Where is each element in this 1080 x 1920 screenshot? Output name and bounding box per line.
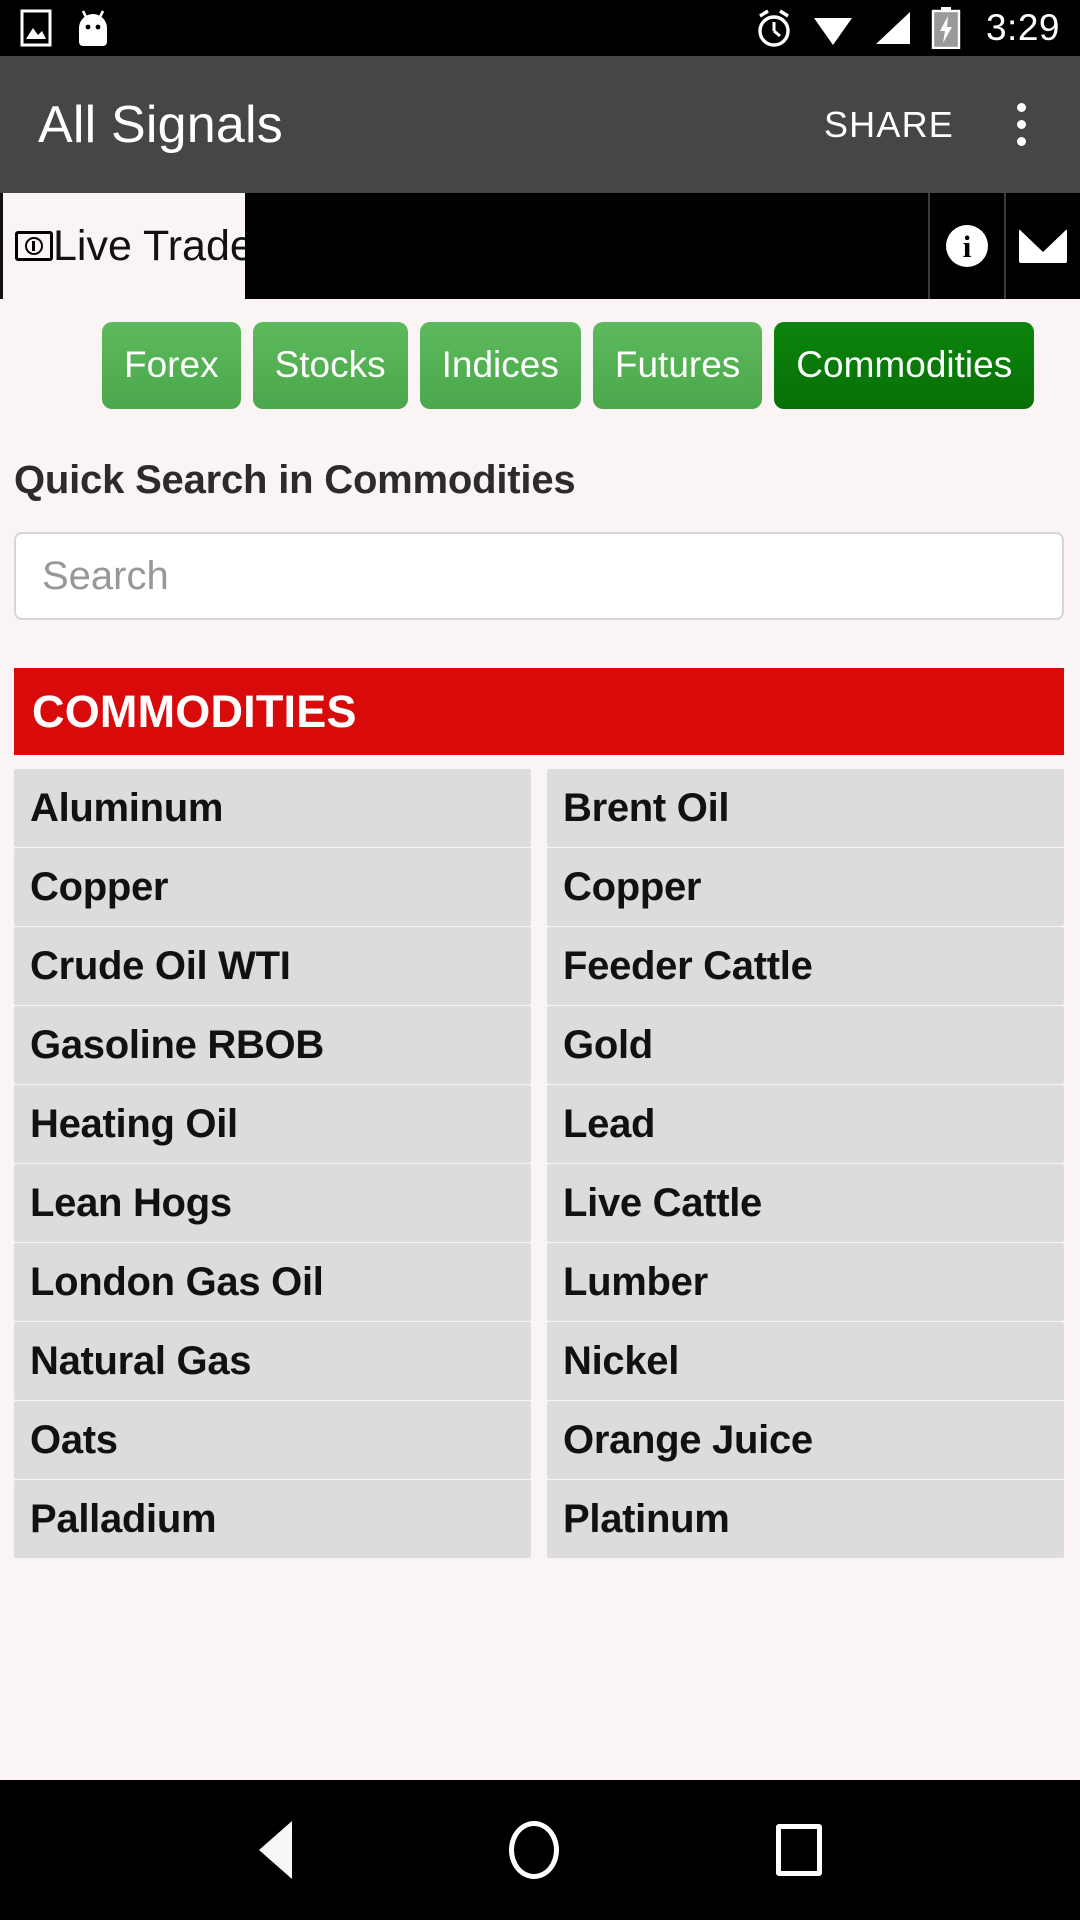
section-header-commodities: COMMODITIES <box>14 668 1064 755</box>
tab-strip: Live Trades i <box>0 193 1080 299</box>
list-item[interactable]: Feeder Cattle <box>547 927 1064 1005</box>
status-bar-clock: 3:29 <box>985 7 1060 48</box>
page-content: Forex Stocks Indices Futures Commodities… <box>0 299 1080 1780</box>
list-item-label: Gold <box>563 1022 653 1067</box>
list-item[interactable]: Palladium <box>14 1480 531 1558</box>
list-item[interactable]: Lumber <box>547 1243 1064 1321</box>
search-field-wrapper <box>0 503 1080 620</box>
list-item[interactable]: Lean Hogs <box>14 1164 531 1242</box>
signal-icon <box>875 12 910 44</box>
mail-button[interactable] <box>1004 193 1080 299</box>
list-item-label: Crude Oil WTI <box>30 943 291 988</box>
commodities-grid: Aluminum Brent Oil Copper Copper Crude O… <box>14 755 1064 1558</box>
list-item[interactable]: Nickel <box>547 1322 1064 1400</box>
category-filter-bar: Forex Stocks Indices Futures Commodities <box>0 299 1080 409</box>
list-item-label: Palladium <box>30 1496 217 1541</box>
list-item[interactable]: Orange Juice <box>547 1401 1064 1479</box>
android-screen: 3:29 All Signals SHARE Live Trades i For… <box>0 0 1080 1920</box>
status-bar-system-icons: 3:29 <box>754 7 1060 49</box>
list-item[interactable]: Natural Gas <box>14 1322 531 1400</box>
tab-strip-spacer <box>245 193 928 299</box>
android-nav-bar <box>0 1780 1080 1920</box>
money-note-icon <box>15 231 53 261</box>
list-item-label: Gasoline RBOB <box>30 1022 324 1067</box>
category-chip-indices[interactable]: Indices <box>419 322 581 409</box>
list-item[interactable]: Live Cattle <box>547 1164 1064 1242</box>
list-item-label: Oats <box>30 1417 118 1462</box>
tab-live-trades[interactable]: Live Trades <box>0 193 275 299</box>
list-item-label: Lean Hogs <box>30 1180 232 1225</box>
list-item[interactable]: Lead <box>547 1085 1064 1163</box>
list-item-label: Lumber <box>563 1259 708 1304</box>
list-item-label: Copper <box>563 864 702 909</box>
search-input[interactable] <box>14 532 1064 620</box>
info-icon: i <box>946 225 988 267</box>
list-item[interactable]: Brent Oil <box>547 769 1064 847</box>
app-bar-actions: SHARE <box>818 92 1046 158</box>
list-item-label: Live Cattle <box>563 1180 762 1225</box>
list-item[interactable]: Aluminum <box>14 769 531 847</box>
list-item-label: Natural Gas <box>30 1338 252 1383</box>
home-nav-icon[interactable] <box>508 1821 559 1879</box>
list-item-label: Feeder Cattle <box>563 943 813 988</box>
back-nav-icon[interactable] <box>258 1821 292 1879</box>
list-item-label: Platinum <box>563 1496 730 1541</box>
category-chip-futures[interactable]: Futures <box>592 322 763 409</box>
list-item-label: Brent Oil <box>563 785 730 830</box>
list-item-label: Copper <box>30 864 169 909</box>
list-item[interactable]: London Gas Oil <box>14 1243 531 1321</box>
category-chip-commodities[interactable]: Commodities <box>774 322 1035 409</box>
alarm-icon <box>758 9 790 47</box>
page-title: All Signals <box>38 95 283 154</box>
recents-nav-icon[interactable] <box>775 1824 822 1876</box>
list-item-label: Heating Oil <box>30 1101 238 1146</box>
category-chip-forex[interactable]: Forex <box>102 322 241 409</box>
status-bar-notifications <box>20 8 112 48</box>
list-item-label: Aluminum <box>30 785 224 830</box>
status-bar: 3:29 <box>0 0 1080 56</box>
list-item[interactable]: Copper <box>14 848 531 926</box>
info-button[interactable]: i <box>928 193 1004 299</box>
list-item-label: Nickel <box>563 1338 680 1383</box>
mail-icon <box>1019 229 1067 263</box>
section-header-title: COMMODITIES <box>32 685 357 737</box>
list-item-label: Orange Juice <box>563 1417 813 1462</box>
android-robot-icon <box>79 10 107 46</box>
list-item[interactable]: Oats <box>14 1401 531 1479</box>
list-item[interactable]: Crude Oil WTI <box>14 927 531 1005</box>
list-item[interactable]: Gasoline RBOB <box>14 1006 531 1084</box>
list-item-label: London Gas Oil <box>30 1259 324 1304</box>
quick-search-heading: Quick Search in Commodities <box>14 458 576 502</box>
list-item[interactable]: Heating Oil <box>14 1085 531 1163</box>
tab-live-trades-label: Live Trades <box>53 221 276 270</box>
battery-charging-icon <box>931 7 961 49</box>
list-item[interactable]: Copper <box>547 848 1064 926</box>
category-chip-stocks[interactable]: Stocks <box>252 322 408 409</box>
list-item-label: Lead <box>563 1101 656 1146</box>
more-options-icon[interactable] <box>1000 95 1046 155</box>
image-icon <box>20 9 52 47</box>
app-bar: All Signals SHARE <box>0 56 1080 193</box>
wifi-icon <box>813 18 852 45</box>
list-item[interactable]: Platinum <box>547 1480 1064 1558</box>
share-button[interactable]: SHARE <box>818 92 960 158</box>
list-item[interactable]: Gold <box>547 1006 1064 1084</box>
